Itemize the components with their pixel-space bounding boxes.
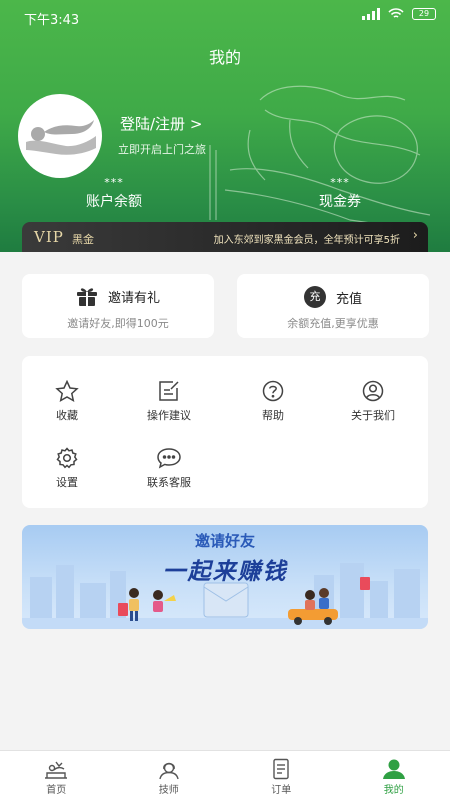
bottom-tab-bar: 首页 技师 订单 我的	[0, 750, 450, 800]
recharge-title: 充值	[335, 291, 362, 307]
recharge-icon: 充	[303, 286, 326, 308]
chevron-right-icon: ›	[412, 228, 418, 243]
coupon-value: ***	[330, 176, 350, 189]
tab-home-label: 首页	[46, 785, 67, 796]
tab-home[interactable]: 首页	[0, 751, 113, 800]
login-subtitle: 立即开启上门之旅	[118, 143, 206, 156]
status-bar: 下午3:43 29	[0, 0, 450, 32]
massage-logo-icon	[26, 120, 96, 155]
cash-coupon[interactable]: *** 现金券	[270, 176, 410, 211]
edit-note-icon	[159, 381, 179, 401]
menu-support-label: 联系客服	[147, 476, 191, 489]
banner-title: 邀请好友	[194, 532, 255, 550]
technician-icon	[159, 762, 179, 780]
banner-headline: 一起来赚钱	[162, 559, 288, 585]
login-register-link[interactable]: 登陆/注册 >	[120, 113, 202, 134]
gift-icon	[76, 288, 97, 306]
menu-feedback-label: 操作建议	[147, 409, 191, 422]
gear-icon	[56, 447, 78, 469]
battery-icon: 29	[412, 8, 436, 20]
menu-settings[interactable]: 设置	[22, 447, 112, 490]
menu-support[interactable]: 联系客服	[124, 447, 214, 490]
recharge-card[interactable]: 充 充值 余额充值,更享优惠	[237, 274, 429, 338]
help-icon	[262, 380, 284, 402]
balance-label: 账户余额	[86, 194, 142, 210]
menu-about[interactable]: 关于我们	[328, 380, 418, 423]
signal-icon	[362, 8, 380, 20]
status-time: 下午3:43	[24, 13, 80, 28]
user-filled-icon	[382, 759, 405, 779]
vip-logo: VIP	[34, 228, 64, 246]
menu-favorites-label: 收藏	[56, 409, 78, 422]
menu-settings-label: 设置	[56, 476, 78, 489]
tab-orders[interactable]: 订单	[225, 751, 338, 800]
tab-mine[interactable]: 我的	[338, 751, 450, 800]
invite-subtitle: 邀请好友,即得100元	[67, 317, 169, 330]
vip-tier: 黑金	[72, 233, 94, 246]
menu-help-label: 帮助	[262, 409, 284, 422]
orders-icon	[273, 758, 289, 780]
star-icon	[55, 380, 79, 402]
invite-title: 邀请有礼	[107, 290, 160, 306]
invite-card[interactable]: 邀请有礼 邀请好友,即得100元	[22, 274, 214, 338]
home-massage-icon	[45, 761, 68, 779]
invite-promo-banner[interactable]: 邀请好友 一起来赚钱	[22, 525, 428, 629]
wifi-icon	[388, 8, 404, 18]
chat-icon	[157, 448, 181, 469]
services-menu: 收藏 操作建议 帮助 关于我们 设置 联系客服	[22, 356, 428, 508]
menu-help[interactable]: 帮助	[228, 380, 318, 423]
profile-header: 下午3:43 29 我的 登陆/注册 > 立即开启上门之旅 *** 账户余额 *…	[0, 0, 450, 252]
massage-illustration	[209, 85, 431, 231]
account-balance[interactable]: *** 账户余额	[44, 176, 184, 211]
coupon-label: 现金券	[319, 194, 361, 210]
menu-favorites[interactable]: 收藏	[22, 380, 112, 423]
tab-mine-label: 我的	[383, 785, 404, 796]
user-circle-icon	[362, 380, 384, 402]
page-title: 我的	[208, 48, 241, 67]
tab-technician[interactable]: 技师	[113, 751, 226, 800]
tab-orders-label: 订单	[271, 785, 292, 796]
menu-feedback[interactable]: 操作建议	[124, 380, 214, 423]
balance-value: ***	[104, 176, 124, 189]
menu-about-label: 关于我们	[351, 409, 395, 422]
avatar[interactable]	[18, 94, 102, 178]
vip-promo-text: 加入东郊到家黑金会员，全年预计可享5折	[213, 235, 400, 246]
tab-technician-label: 技师	[158, 785, 179, 796]
recharge-subtitle: 余额充值,更享优惠	[287, 317, 379, 330]
vip-banner[interactable]: VIP 黑金 加入东郊到家黑金会员，全年预计可享5折 ›	[22, 222, 428, 252]
